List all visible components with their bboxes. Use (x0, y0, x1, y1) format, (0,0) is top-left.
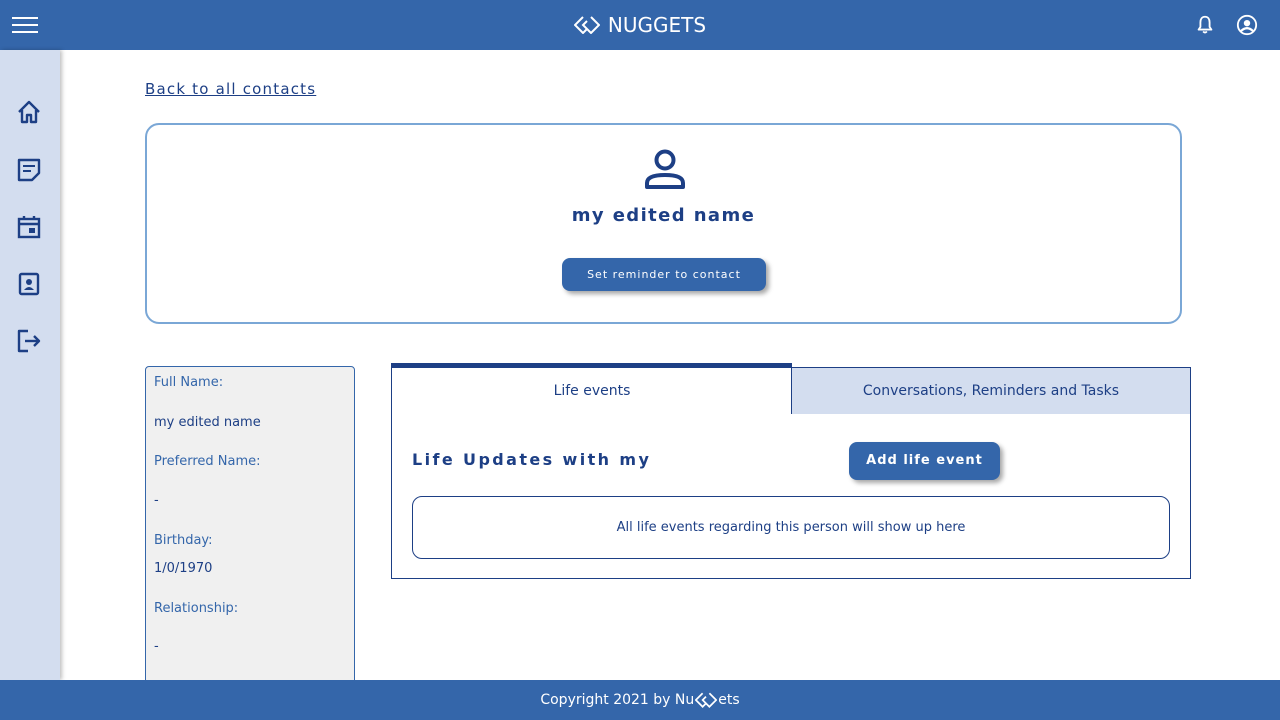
sidebar (0, 50, 60, 680)
full-name-label: Full Name: (154, 375, 224, 390)
account-circle-icon[interactable] (1236, 14, 1258, 36)
contact-details-panel: Full Name: my edited name Preferred Name… (145, 366, 355, 696)
nuggets-logo-icon (573, 16, 600, 34)
contacts-icon[interactable] (16, 271, 42, 297)
footer-copyright-suffix: ets (718, 692, 740, 708)
tab-conversations-reminders-tasks[interactable]: Conversations, Reminders and Tasks (791, 367, 1191, 415)
person-icon (645, 149, 685, 189)
birthday-label: Birthday: (154, 533, 213, 548)
footer-copyright-text: Copyright 2021 by Nu (540, 692, 695, 708)
nuggets-logo-icon (695, 692, 718, 708)
brand-name: NUGGETS (607, 13, 707, 37)
set-reminder-button[interactable]: Set reminder to contact (562, 258, 766, 291)
relationship-label: Relationship: (154, 601, 239, 616)
top-app-bar: NUGGETS (0, 0, 1280, 50)
footer: Copyright 2021 by Nu ets (0, 680, 1280, 720)
contact-name: my edited name (571, 205, 756, 226)
logout-icon[interactable] (16, 328, 42, 354)
life-updates-title: Life Updates with my (412, 450, 652, 469)
add-life-event-button[interactable]: Add life event (849, 442, 1000, 480)
life-events-panel: Life Updates with my Add life event All … (391, 414, 1191, 579)
notes-icon[interactable] (16, 157, 42, 183)
relationship-value: - (154, 639, 159, 654)
bell-icon[interactable] (1194, 14, 1216, 36)
preferred-name-value: - (154, 493, 159, 508)
life-events-empty-state: All life events regarding this person wi… (412, 496, 1170, 559)
contact-tabs: Life events Conversations, Reminders and… (391, 363, 1191, 579)
home-icon[interactable] (16, 99, 42, 125)
calendar-icon[interactable] (16, 214, 42, 240)
birthday-value: 1/0/1970 (154, 561, 213, 576)
tab-life-events[interactable]: Life events (391, 363, 792, 415)
full-name-value: my edited name (154, 415, 261, 430)
preferred-name-label: Preferred Name: (154, 454, 261, 469)
contact-profile-card: my edited name Set reminder to contact (145, 123, 1182, 324)
hamburger-menu-icon[interactable] (12, 17, 38, 35)
brand: NUGGETS (0, 0, 1280, 50)
back-to-contacts-link[interactable]: Back to all contacts (145, 80, 316, 98)
